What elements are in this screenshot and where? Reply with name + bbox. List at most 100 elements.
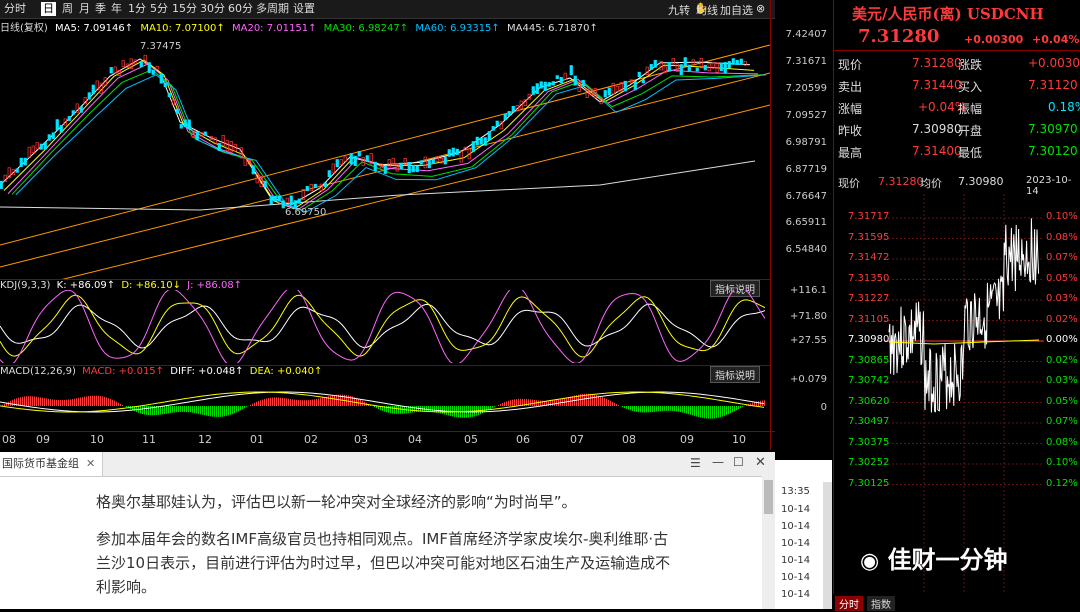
macd-bar	[146, 406, 147, 415]
candle	[60, 125, 63, 132]
tab-settings[interactable]: 设置	[291, 2, 317, 16]
macd-bar	[304, 400, 305, 406]
candle	[624, 81, 627, 91]
price-tick: 7.42407	[786, 29, 827, 40]
macd-bar	[532, 400, 533, 406]
tab-15min[interactable]: 15分	[170, 2, 199, 16]
macd-bar	[98, 396, 99, 406]
intraday-price-tick: 7.30742	[848, 375, 889, 386]
macd-bar	[84, 397, 85, 406]
candle	[324, 183, 327, 187]
candle	[634, 82, 637, 90]
tab-week[interactable]: 周	[60, 2, 75, 16]
macd-bar	[308, 400, 309, 406]
candle	[504, 114, 507, 120]
macd-bar	[68, 400, 69, 406]
candle	[432, 160, 435, 164]
macd-bar	[104, 397, 105, 406]
macd-bar	[180, 406, 181, 412]
tab-minute[interactable]: 分时	[2, 2, 28, 16]
channel-line	[60, 105, 770, 280]
tab-60min[interactable]: 60分	[226, 2, 255, 16]
macd-bar	[80, 397, 81, 406]
candle	[668, 62, 671, 71]
tab-multi-period[interactable]: 多周期	[254, 2, 291, 16]
macd-bar	[500, 404, 501, 406]
low-annotation: 6.69750	[285, 207, 326, 218]
macd-bar	[272, 398, 273, 406]
macd-bar	[94, 396, 95, 406]
candle	[332, 164, 335, 173]
tab-month[interactable]: 月	[77, 2, 92, 16]
macd-bar	[590, 394, 591, 406]
macd-bar	[220, 406, 221, 417]
tab-5min[interactable]: 5分	[148, 2, 170, 16]
candle	[374, 162, 377, 171]
macd-bar	[300, 400, 301, 406]
macd-bar	[218, 406, 219, 417]
macd-bar	[70, 399, 71, 406]
macd-bar	[514, 399, 515, 406]
macd-bar	[282, 398, 283, 406]
tab-1min[interactable]: 1分	[126, 2, 148, 16]
candle	[32, 146, 35, 153]
macd-bar	[110, 399, 111, 406]
macd-bar	[72, 399, 73, 406]
candle	[310, 185, 313, 191]
macd-bar	[650, 406, 651, 412]
symbol-title: 美元/人民币(离) USDCNH	[852, 3, 1044, 24]
candle	[358, 151, 361, 156]
macd-bar	[260, 400, 261, 406]
candle	[472, 142, 475, 152]
macd-bar	[324, 397, 325, 406]
macd-bar	[168, 406, 169, 413]
candle	[416, 166, 419, 172]
macd-bar	[414, 406, 415, 412]
add-watchlist-button[interactable]: 加自选	[720, 2, 753, 18]
intraday-pct-tick: 0.10%	[1046, 211, 1078, 222]
intraday-chart[interactable]: 7.317170.10%7.315950.08%7.314720.07%7.31…	[833, 194, 1080, 594]
macd-dea: DEA: +0.040↑	[250, 366, 323, 377]
month-label: 06	[516, 433, 530, 446]
tab-close-icon[interactable]: ✕	[86, 457, 95, 470]
candle	[204, 132, 207, 136]
tab-quarter[interactable]: 季	[93, 2, 108, 16]
price-tick: 7.20599	[786, 83, 827, 94]
candle	[574, 76, 577, 85]
intraday-tabs: 分时 指数	[833, 596, 1080, 609]
candle	[484, 138, 487, 146]
macd-bar	[302, 400, 303, 406]
time-list-scrollbar[interactable]	[823, 482, 832, 609]
candle	[56, 120, 59, 130]
macd-bar	[508, 401, 509, 406]
macd-bar	[188, 406, 189, 412]
macd-bar	[24, 397, 25, 406]
quote-panel: 美元/人民币(离) USDCNH 7.31280 +0.00300 +0.04%…	[833, 0, 1080, 170]
price-change: +0.00300	[964, 33, 1023, 46]
even-line-button[interactable]: 均线	[696, 2, 718, 18]
candlestick-chart[interactable]: 7.37475 6.69750	[0, 35, 770, 280]
quote-row: 卖出 7.31440 买入 7.31120	[834, 74, 1080, 96]
macd-bar	[76, 398, 77, 406]
candle	[184, 120, 187, 127]
macd-bar	[712, 406, 713, 419]
macd-bar	[174, 406, 175, 412]
macd-bar	[20, 397, 21, 406]
maximize-icon[interactable]: ☐	[733, 455, 744, 469]
close-icon[interactable]: ✕	[755, 455, 766, 470]
macd-bar	[204, 406, 205, 415]
high-annotation: 7.37475	[140, 41, 181, 52]
tab-year[interactable]: 年	[109, 2, 124, 16]
intraday-header: 现价 7.31280 均价 7.30980 2023-10-14	[833, 170, 1080, 194]
list-icon[interactable]: ☰	[690, 456, 701, 470]
tab-day[interactable]: 日	[41, 2, 56, 16]
close-icon[interactable]: ⊗	[756, 2, 765, 15]
minimize-icon[interactable]: —	[712, 455, 724, 469]
tab-30min[interactable]: 30分	[198, 2, 227, 16]
news-scrollbar[interactable]	[762, 476, 775, 609]
macd-bar	[644, 406, 645, 412]
nine-turn-button[interactable]: 九转	[668, 2, 690, 18]
ma-line	[12, 70, 762, 210]
candle	[412, 165, 415, 172]
macd-bar	[26, 396, 27, 406]
